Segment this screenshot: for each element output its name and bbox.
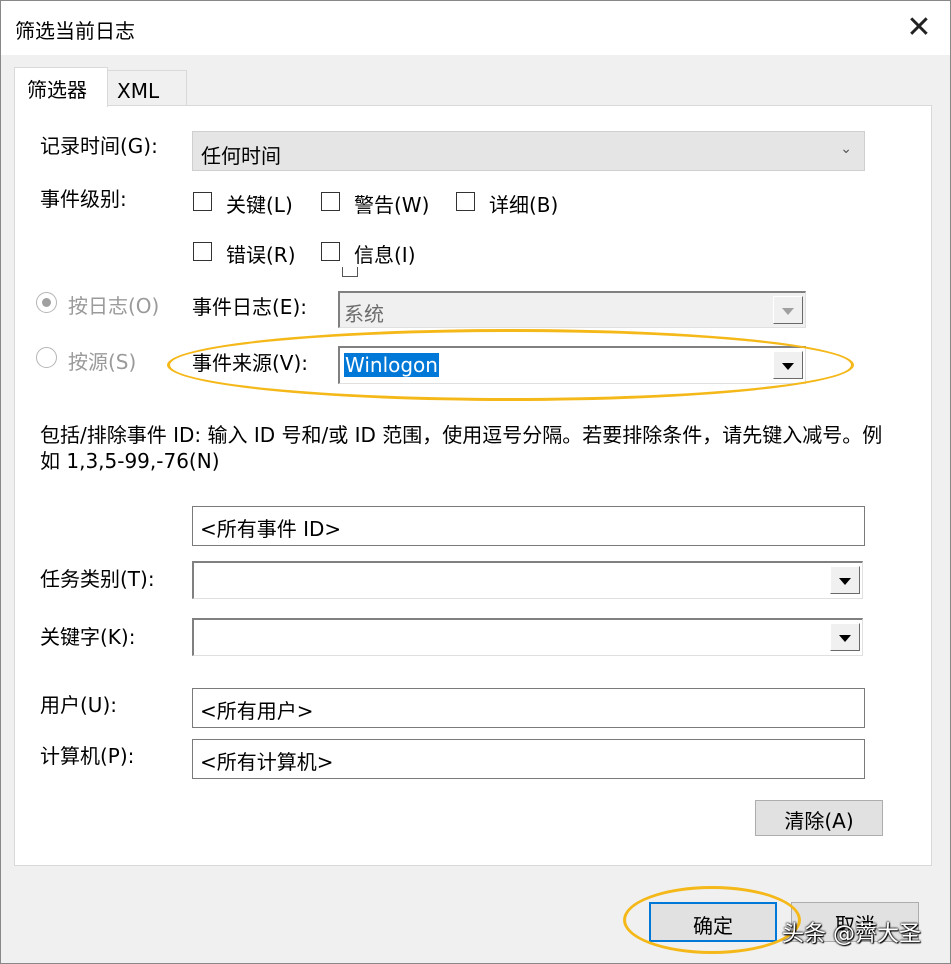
event-log-dropdown[interactable]: 系统 (338, 291, 806, 328)
dropdown-arrow-icon (830, 623, 860, 651)
task-category-dropdown[interactable] (192, 561, 863, 599)
logged-dropdown[interactable]: 任何时间 ⌄ (192, 131, 865, 171)
verbose-label: 详细(B) (489, 193, 559, 217)
event-log-value: 系统 (344, 302, 384, 326)
event-log-label: 事件日志(E): (192, 295, 307, 319)
warning-label: 警告(W) (354, 193, 430, 217)
by-source-radio[interactable] (36, 347, 57, 368)
highlight-ellipse-source (167, 329, 854, 401)
tab-filter[interactable]: 筛选器 (14, 67, 108, 107)
event-id-description: 包括/排除事件 ID: 输入 ID 号和/或 ID 范围，使用逗号分隔。若要排除… (40, 423, 883, 473)
by-log-label: 按日志(O) (68, 294, 160, 318)
tab-xml[interactable]: XML (107, 70, 187, 106)
error-checkbox[interactable] (193, 242, 212, 261)
clear-button[interactable]: 清除(A) (755, 800, 883, 836)
logged-value: 任何时间 (201, 144, 281, 168)
logged-label: 记录时间(G): (40, 134, 158, 158)
close-icon[interactable]: ✕ (897, 9, 941, 49)
keywords-label: 关键字(K): (40, 625, 136, 649)
chevron-down-icon: ⌄ (840, 141, 852, 157)
event-level-label: 事件级别: (40, 187, 127, 211)
user-label: 用户(U): (40, 693, 117, 717)
computer-input[interactable]: <所有计算机> (192, 739, 865, 779)
critical-label: 关键(L) (226, 193, 293, 217)
event-id-input[interactable]: <所有事件 ID> (192, 506, 865, 546)
highlight-ellipse-ok (623, 886, 801, 954)
critical-checkbox[interactable] (193, 192, 212, 211)
information-label: 信息(I) (354, 243, 416, 267)
by-log-radio[interactable] (36, 292, 57, 313)
task-category-label: 任务类别(T): (40, 567, 155, 591)
keywords-dropdown[interactable] (192, 618, 863, 656)
watermark: 头条 @薺大圣 (782, 922, 921, 947)
filter-dialog: 筛选当前日志 ✕ 筛选器 XML 记录时间(G): 任何时间 ⌄ 事件级别: 关… (0, 0, 951, 964)
warning-checkbox[interactable] (321, 192, 340, 211)
user-input[interactable]: <所有用户> (192, 688, 865, 728)
computer-label: 计算机(P): (40, 744, 135, 768)
dropdown-arrow-icon (773, 296, 803, 324)
verbose-checkbox[interactable] (456, 192, 475, 211)
dropdown-arrow-icon (830, 566, 860, 594)
checkbox-fragment (342, 267, 358, 277)
information-checkbox[interactable] (321, 242, 340, 261)
by-source-label: 按源(S) (68, 350, 137, 374)
dialog-title: 筛选当前日志 (15, 19, 135, 43)
error-label: 错误(R) (226, 243, 296, 267)
title-bar: 筛选当前日志 ✕ (1, 1, 950, 55)
